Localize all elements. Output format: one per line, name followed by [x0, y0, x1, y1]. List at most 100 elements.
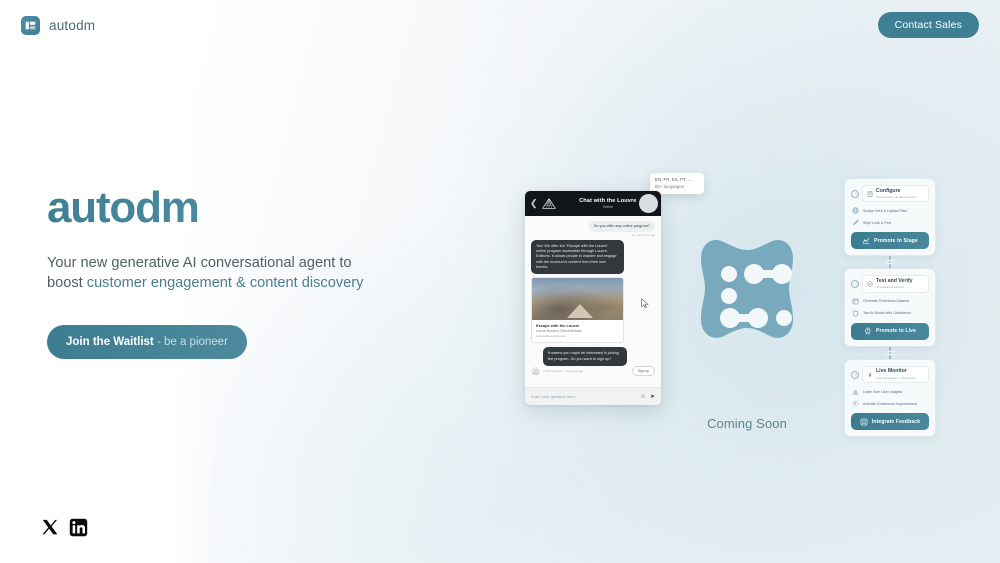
stage-arrow-icon [862, 238, 870, 245]
hero-subtitle: Your new generative AI conversational ag… [47, 254, 377, 294]
link-preview-image [532, 278, 623, 321]
stage-card-row[interactable]: Style Look & Feel [851, 219, 929, 226]
stage-card-row-label: Test AI Model with Confidence [863, 311, 912, 316]
check-circle-icon [867, 281, 873, 287]
hero-subtitle-line2: customer engagement & content discovery [86, 274, 364, 291]
feedback-icon [860, 418, 868, 426]
stage-card-subtitle: 1.2k interactions, 170 positive [876, 375, 916, 380]
stage-card-subtitle: 30+ sources | 4k data records [876, 194, 916, 199]
integrate-feedback-button[interactable]: Integrate Feedback [851, 413, 929, 431]
stage-card-title-pill: Live Monitor 1.2k interactions, 170 posi… [862, 365, 929, 384]
stage-connector [844, 256, 936, 269]
integrate-feedback-label: Integrate Feedback [871, 418, 921, 425]
stage-card-title-pill: Configure 30+ sources | 4k data records [862, 185, 929, 203]
contact-sales-button[interactable]: Contact Sales [877, 12, 979, 38]
clock-icon [851, 189, 859, 198]
question-icon: ? [851, 280, 859, 289]
send-icon[interactable]: ➤ [650, 394, 655, 400]
hero-section: autodm Your new generative AI conversati… [47, 186, 467, 359]
link-preview-card[interactable]: Escape with the Louvre Louvre Museum Off… [531, 277, 624, 344]
agent-avatar [639, 194, 658, 213]
database-icon [867, 190, 873, 197]
stage-card-header: ? Test and Verify 97 questions passed [851, 275, 929, 293]
hero-wordmark: autodm [47, 186, 467, 230]
chat-message-bot: Yes! We offer the "Escape with the Louvr… [531, 239, 655, 344]
louvre-pyramid-small-icon [532, 368, 539, 374]
stage-card-subtitle: 97 questions passed [876, 285, 904, 290]
user-message-text: Do you offer any online program? [588, 221, 655, 233]
chat-header: ❮ Chat with the Louvre Online [525, 191, 661, 216]
linkedin-icon[interactable] [69, 518, 88, 537]
autodm-mascot [701, 239, 793, 338]
rocket-icon [865, 327, 871, 336]
chat-input-bar[interactable]: Enter your question here... ☺ ➤ [525, 387, 661, 405]
stage-card-row-label: Style Look & Feel [863, 220, 892, 225]
link-preview-subtitle: Louvre Museum Official Website [536, 329, 582, 334]
chat-message-bot-followup: It seems you might be interested in join… [531, 347, 655, 376]
link-preview-title: Escape with the Louvre [536, 323, 580, 329]
stage-card-header: Configure 30+ sources | 4k data records [851, 185, 929, 203]
stage-card-title: Configure [876, 187, 901, 194]
globe-icon [852, 208, 859, 214]
chat-window-mockup: ❮ Chat with the Louvre Online Do you off… [525, 191, 661, 405]
promote-to-live-label: Promote to Live [875, 328, 917, 335]
stage-card-title: Live Monitor [876, 368, 907, 375]
stage-card-header: Live Monitor 1.2k interactions, 170 posi… [851, 365, 929, 384]
stage-card-title: Test and Verify [876, 277, 913, 284]
stage-card-title-pill: Test and Verify 97 questions passed [862, 275, 929, 293]
loop-icon [852, 401, 859, 407]
louvre-pyramid-icon [541, 198, 556, 209]
social-links [41, 518, 88, 537]
bot-followup-text: It seems you might be interested in join… [543, 347, 627, 366]
stage-card-row[interactable]: Test AI Model with Confidence [851, 310, 929, 317]
signup-button[interactable]: Sign up [631, 365, 655, 376]
stage-card-live-monitor: Live Monitor 1.2k interactions, 170 posi… [844, 358, 936, 438]
cta-secondary-label: - be a pioneer [153, 335, 228, 348]
user-message-time: You · sent 5 min ago [631, 233, 655, 237]
brush-icon [853, 220, 859, 226]
chat-input-placeholder[interactable]: Enter your question here... [531, 394, 636, 399]
site-header: autodm Contact Sales [0, 0, 1000, 50]
promote-to-stage-button[interactable]: Promote to Stage [851, 232, 929, 250]
dataset-icon [852, 298, 859, 305]
promote-to-live-button[interactable]: Promote to Live [851, 322, 929, 340]
bolt-icon [868, 372, 872, 378]
x-twitter-icon[interactable] [41, 518, 60, 537]
mouse-cursor-icon [641, 298, 649, 309]
bot-message-text: Yes! We offer the "Escape with the Louvr… [531, 239, 624, 275]
join-waitlist-button[interactable]: Join the Waitlist - be a pioneer [47, 324, 247, 359]
autodm-logo-icon [21, 15, 40, 35]
coming-soon-label: Coming Soon [707, 416, 787, 431]
stage-card-row-label: Scrape Web & Upload Files [863, 208, 908, 213]
workflow-stage-cards: Configure 30+ sources | 4k data records … [844, 178, 936, 438]
stage-card-row[interactable]: Generate Reference Dataset [851, 298, 929, 305]
stage-card-row-label: Activate Continuous Improvement [863, 401, 917, 406]
stage-card-row[interactable]: Activate Continuous Improvement [851, 400, 929, 407]
chevron-left-icon[interactable]: ❮ [530, 199, 538, 208]
shield-icon [852, 310, 859, 317]
stage-card-test-verify: ? Test and Verify 97 questions passed Ge… [844, 268, 936, 347]
svg-text:?: ? [854, 282, 857, 287]
cta-primary-label: Join the Waitlist [66, 335, 154, 348]
stage-card-row-label: Generate Reference Dataset [863, 299, 909, 304]
info-icon [851, 370, 859, 379]
bot-avatar-icon [531, 366, 540, 376]
brand-name: autodm [49, 17, 96, 33]
stage-connector [844, 346, 936, 359]
link-preview-url: louvre-editions.fr/escape [536, 335, 566, 339]
language-count: 60+ languages [655, 183, 684, 189]
brand-logo[interactable]: autodm [21, 15, 96, 35]
chart-icon [852, 390, 859, 395]
stage-card-row-label: Learn from User Insights [863, 389, 903, 394]
page-root: autodm Contact Sales autodm Your new gen… [0, 0, 1000, 563]
language-list: EN, FR, ES, PT, ... [655, 177, 692, 182]
chat-message-user: Do you offer any online program? You · s… [531, 221, 655, 237]
link-preview-body: Escape with the Louvre Louvre Museum Off… [532, 320, 623, 342]
chat-message-list: Do you offer any online program? You · s… [525, 216, 661, 387]
stage-card-configure: Configure 30+ sources | 4k data records … [844, 178, 936, 257]
promote-to-stage-label: Promote to Stage [874, 237, 918, 244]
bot-followup-time: Thanks assistant · 15 seconds ago [543, 370, 584, 374]
emoji-icon[interactable]: ☺ [640, 394, 646, 400]
stage-card-row[interactable]: Learn from User Insights [851, 388, 929, 395]
stage-card-row[interactable]: Scrape Web & Upload Files [851, 207, 929, 214]
